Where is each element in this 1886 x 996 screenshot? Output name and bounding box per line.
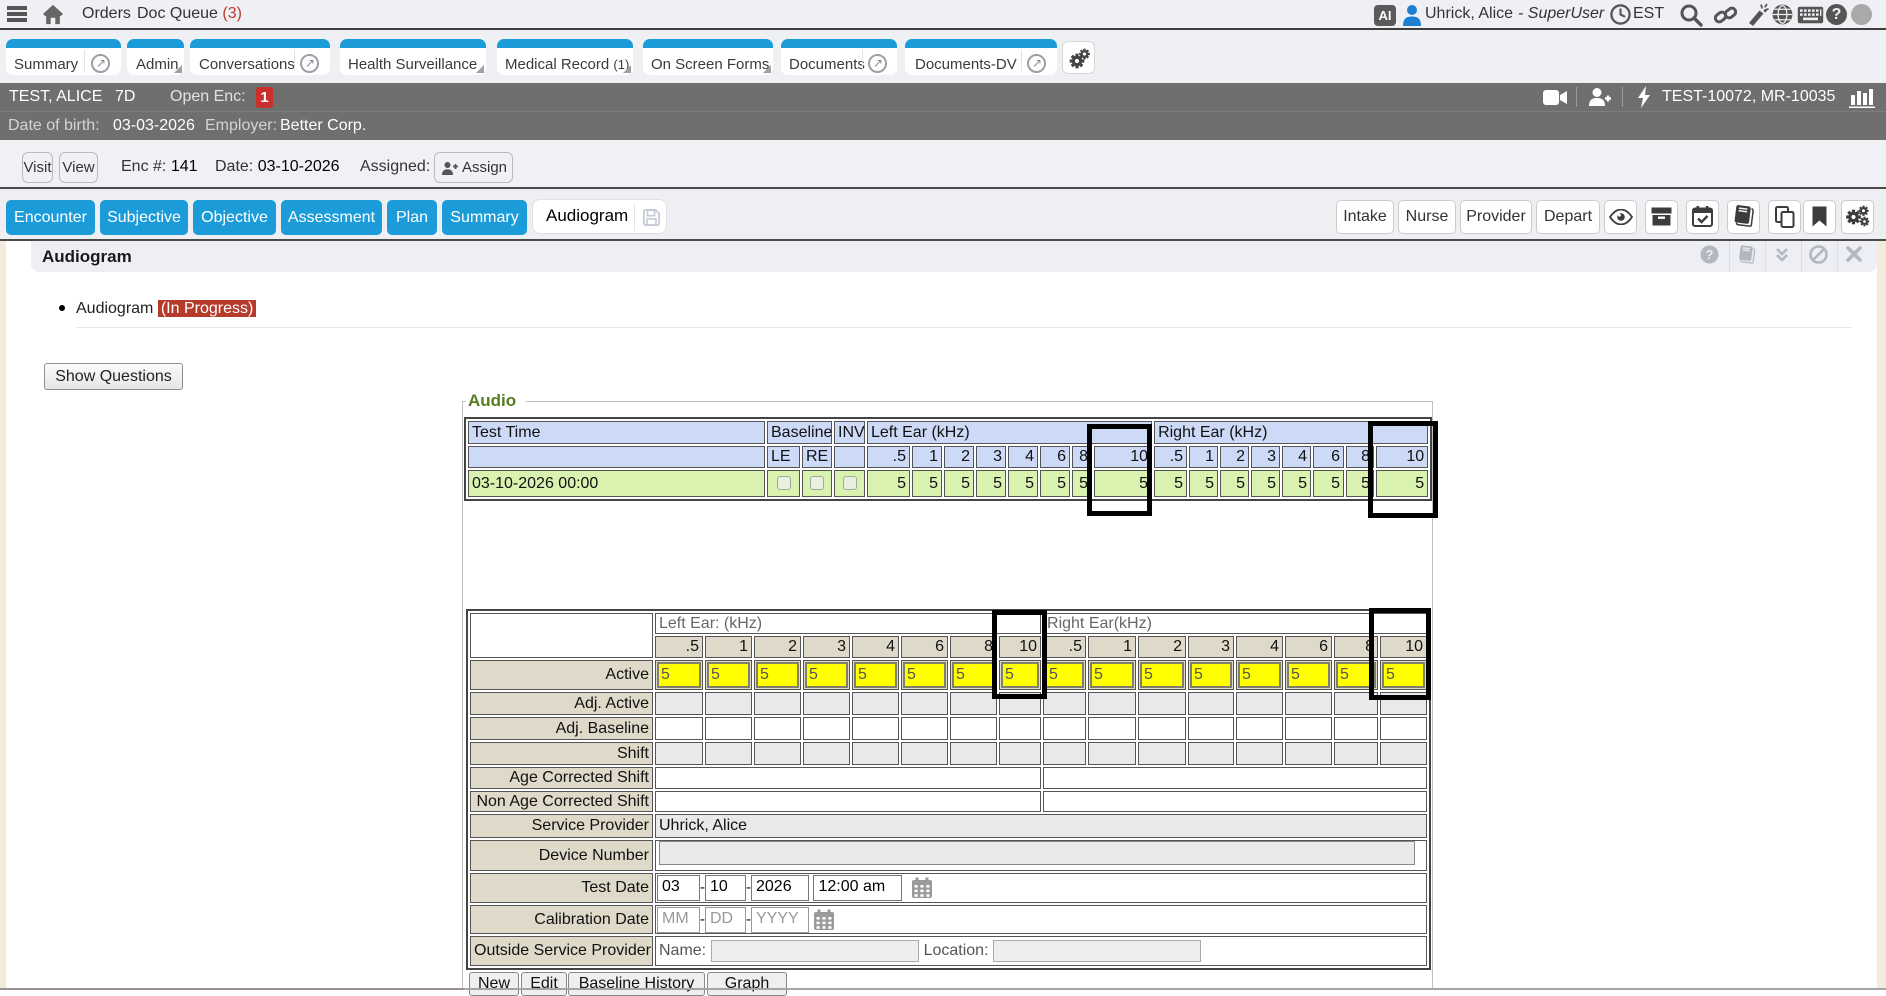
svg-text:?: ? (1706, 247, 1714, 262)
